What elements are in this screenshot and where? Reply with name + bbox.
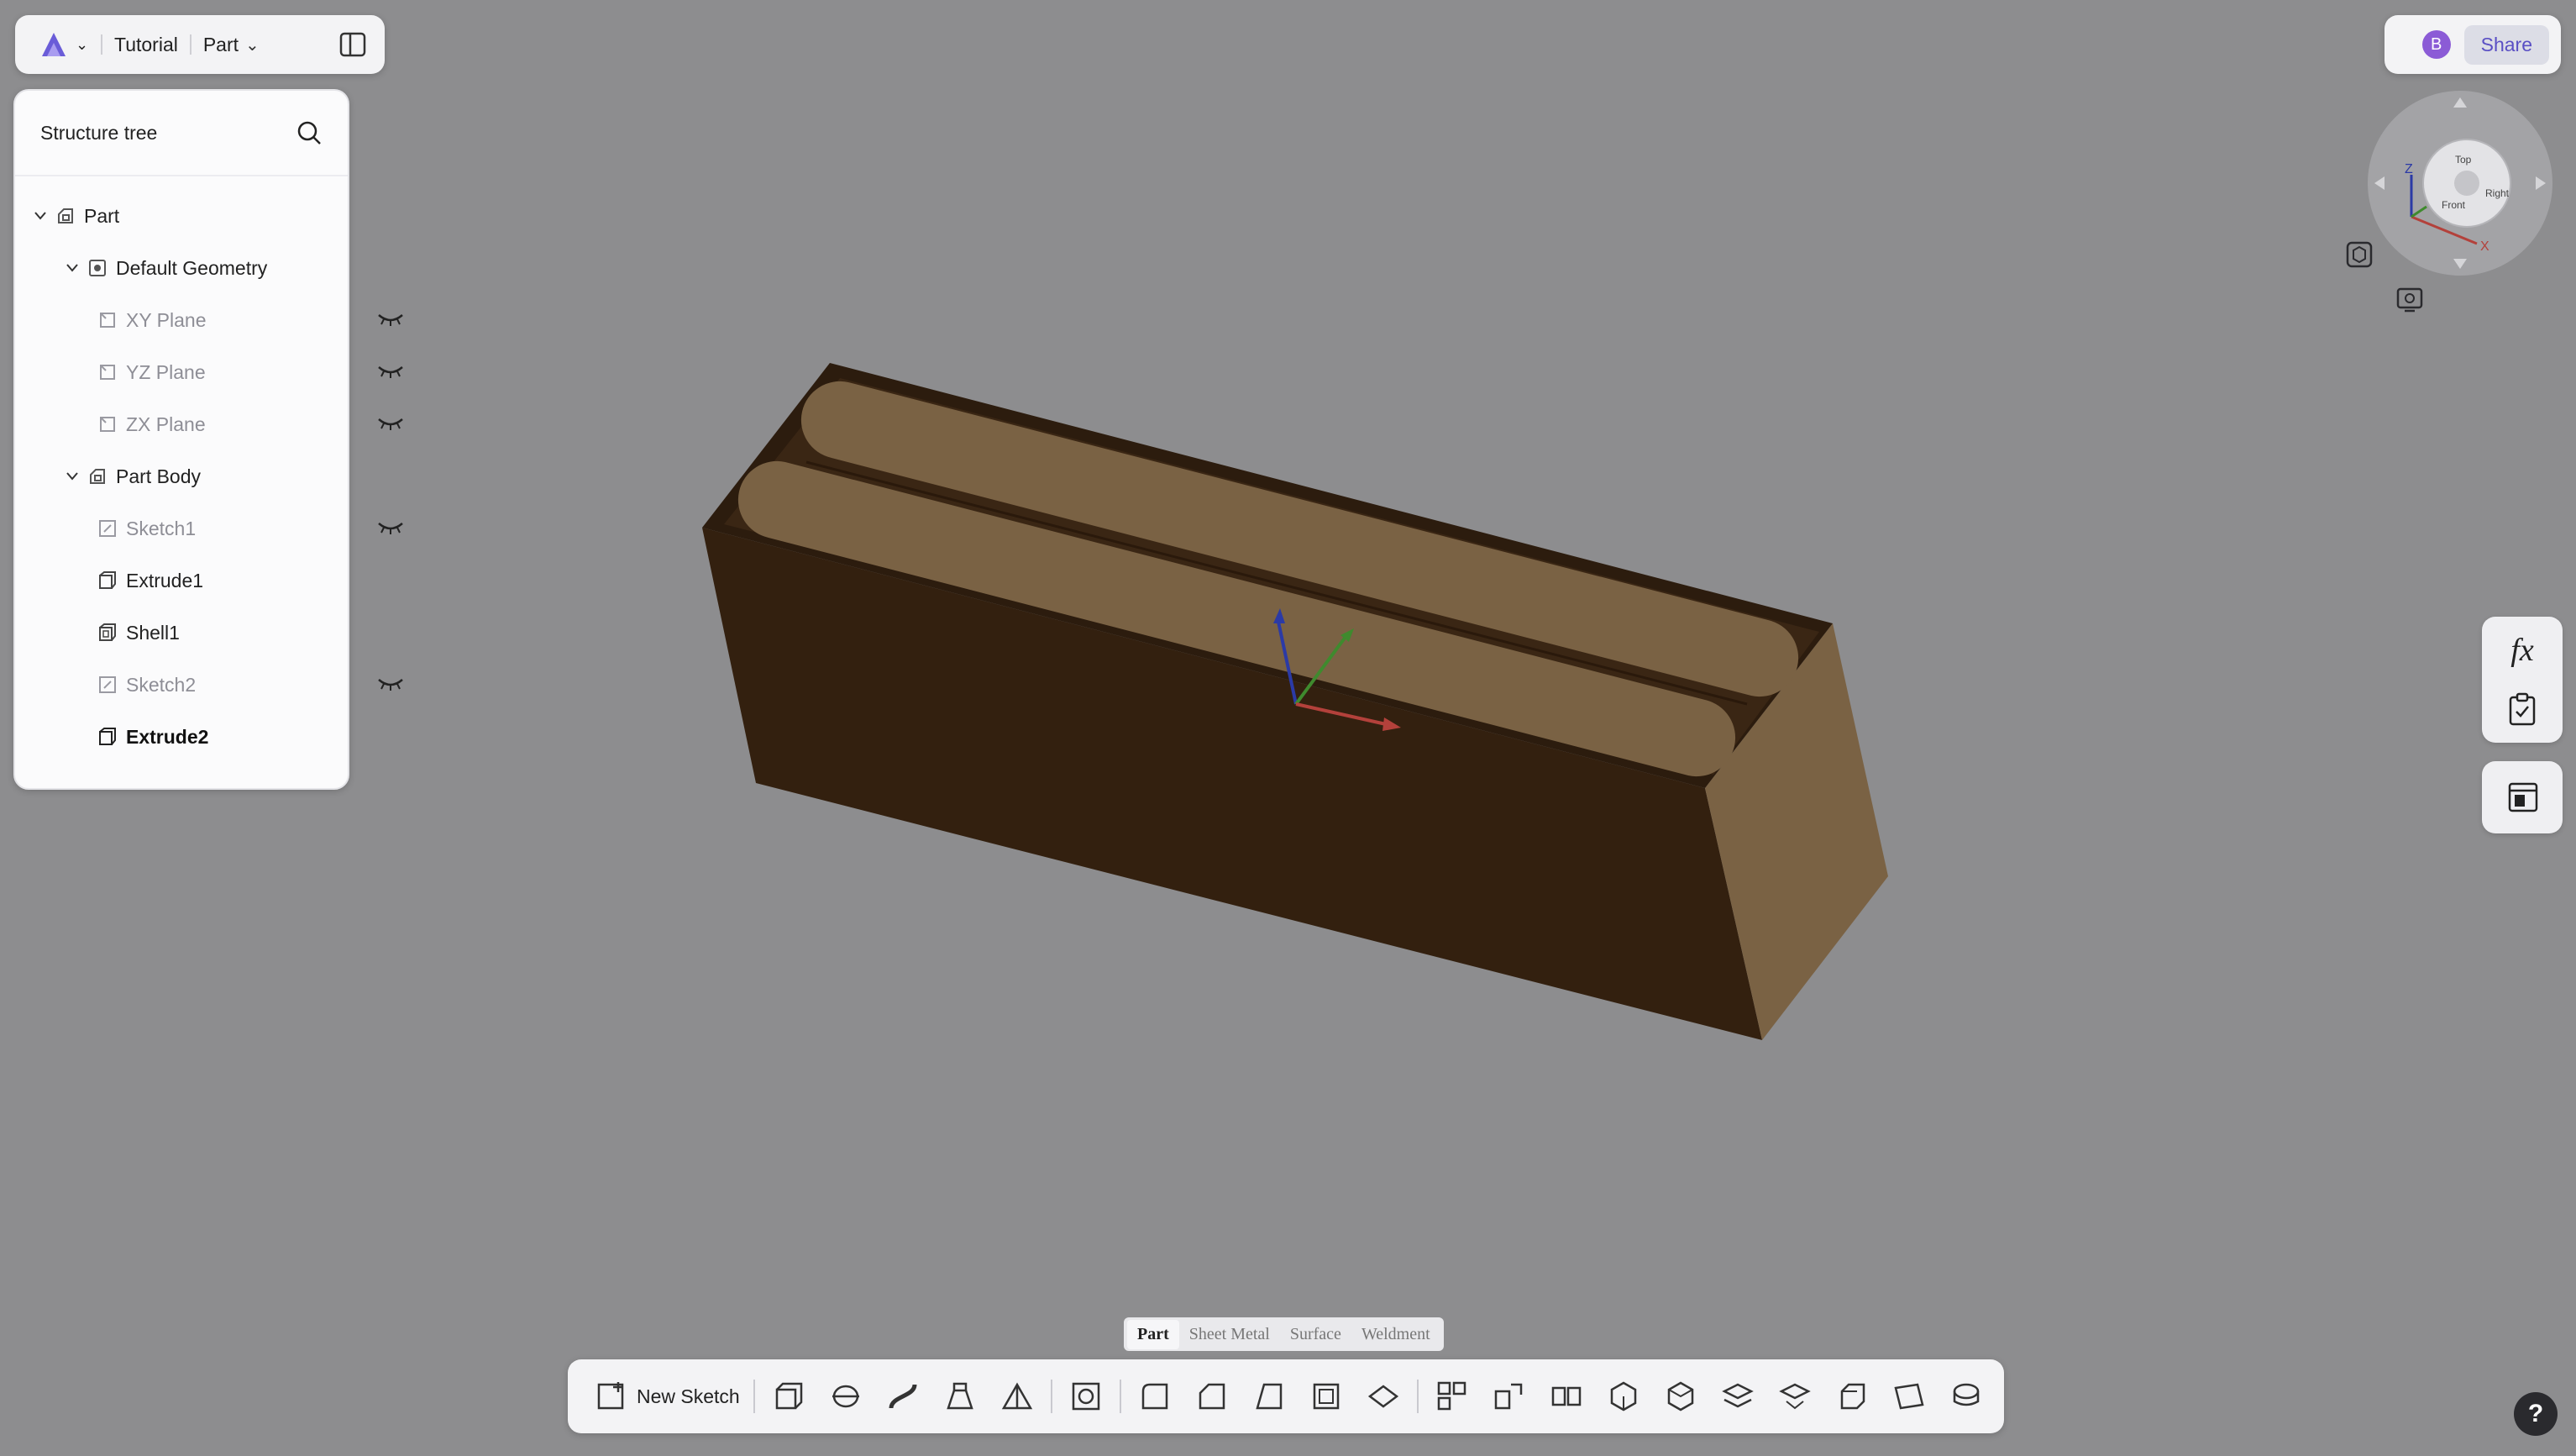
- fit-view-icon[interactable]: [2345, 240, 2374, 269]
- rotate-right-icon[interactable]: [2536, 176, 2546, 190]
- revolve-tool[interactable]: [817, 1371, 874, 1422]
- right-tools-group: fx: [2482, 617, 2563, 743]
- top-right-bar: B Share: [2385, 15, 2561, 74]
- measure-tape-icon: [1953, 1383, 1979, 1406]
- properties-panel-icon[interactable]: [2507, 781, 2539, 813]
- feature-toolbar: New Sketch: [568, 1359, 2004, 1433]
- new-sketch-button[interactable]: New Sketch: [588, 1371, 748, 1422]
- z-axis-label: Z: [2405, 162, 2413, 176]
- category-tabs: Part Sheet Metal Surface Weldment: [1124, 1317, 1444, 1351]
- hole-icon: [1072, 1382, 1099, 1411]
- 3d-viewport[interactable]: [0, 0, 2576, 1456]
- extrude-tool[interactable]: [760, 1371, 817, 1422]
- right-tools-group-2: [2482, 761, 2563, 833]
- reference-cube-icon: [1840, 1383, 1865, 1410]
- view-face-top[interactable]: Top: [2455, 154, 2472, 166]
- boolean-icon: [1610, 1381, 1636, 1411]
- tab-weldment[interactable]: Weldment: [1351, 1320, 1440, 1349]
- fillet-tool[interactable]: [1126, 1371, 1183, 1422]
- thicken-tool[interactable]: [1355, 1371, 1412, 1422]
- shell-tool[interactable]: [1298, 1371, 1355, 1422]
- display-mode-icon[interactable]: [2395, 286, 2424, 314]
- pattern-icon: [1437, 1381, 1466, 1411]
- thicken-icon: [1367, 1385, 1398, 1408]
- revolve-icon: [832, 1385, 859, 1408]
- reference-geometry-tool[interactable]: [1823, 1371, 1881, 1422]
- rotate-down-icon[interactable]: [2453, 259, 2467, 269]
- new-sketch-icon: [597, 1382, 624, 1410]
- loft-icon: [946, 1382, 973, 1410]
- draft-icon: [1256, 1383, 1282, 1410]
- measure-tool[interactable]: [1938, 1371, 1995, 1422]
- chamfer-tool[interactable]: [1183, 1371, 1241, 1422]
- rotate-up-icon[interactable]: [2453, 97, 2467, 108]
- replace-face-icon: [1778, 1383, 1811, 1410]
- tab-sheet-metal[interactable]: Sheet Metal: [1179, 1320, 1280, 1349]
- checklist-icon[interactable]: [2507, 692, 2537, 726]
- new-sketch-label: New Sketch: [637, 1385, 740, 1407]
- view-cube[interactable]: Z X Top Front Right: [2368, 91, 2552, 276]
- boolean-tool[interactable]: [1595, 1371, 1652, 1422]
- view-cube-ring[interactable]: Z X Top Front Right: [2368, 91, 2552, 276]
- pattern-tool[interactable]: [1424, 1371, 1481, 1422]
- replace-face-tool[interactable]: [1766, 1371, 1823, 1422]
- share-button[interactable]: Share: [2463, 24, 2549, 65]
- loft-tool[interactable]: [931, 1371, 989, 1422]
- user-avatar-badge[interactable]: B: [2421, 30, 2451, 59]
- split-tool[interactable]: [1709, 1371, 1766, 1422]
- plane-icon: [1894, 1383, 1924, 1410]
- extrude-icon: [775, 1382, 802, 1410]
- move-icon: [1494, 1383, 1522, 1410]
- rotate-left-icon[interactable]: [2374, 176, 2385, 190]
- divider: [1050, 1380, 1052, 1413]
- solid-tool[interactable]: [1652, 1371, 1709, 1422]
- help-button[interactable]: ?: [2514, 1392, 2558, 1436]
- view-face-front[interactable]: Front: [2442, 199, 2466, 211]
- shell-icon: [1313, 1383, 1339, 1410]
- mirror-tool[interactable]: [1538, 1371, 1595, 1422]
- y-axis: [2411, 205, 2427, 218]
- draft-tool[interactable]: [1241, 1371, 1298, 1422]
- sweep-icon: [889, 1384, 917, 1409]
- hole-tool[interactable]: [1057, 1371, 1115, 1422]
- divider: [1416, 1380, 1419, 1413]
- cube-icon: [1667, 1381, 1693, 1411]
- fillet-icon: [1141, 1383, 1167, 1410]
- tab-surface[interactable]: Surface: [1280, 1320, 1351, 1349]
- divider: [753, 1380, 755, 1413]
- move-body-tool[interactable]: [1481, 1371, 1538, 1422]
- plane-tool[interactable]: [1881, 1371, 1938, 1422]
- tab-part[interactable]: Part: [1127, 1319, 1179, 1349]
- mirror-icon: [1551, 1386, 1581, 1406]
- formula-button[interactable]: fx: [2482, 632, 2563, 669]
- x-axis-label: X: [2480, 239, 2489, 254]
- rib-tool[interactable]: [989, 1371, 1046, 1422]
- divider: [1119, 1380, 1121, 1413]
- rib-icon: [1001, 1382, 1032, 1410]
- view-face-right[interactable]: Right: [2485, 187, 2510, 199]
- split-icon: [1721, 1383, 1754, 1408]
- chamfer-icon: [1199, 1383, 1225, 1410]
- sweep-tool[interactable]: [874, 1371, 931, 1422]
